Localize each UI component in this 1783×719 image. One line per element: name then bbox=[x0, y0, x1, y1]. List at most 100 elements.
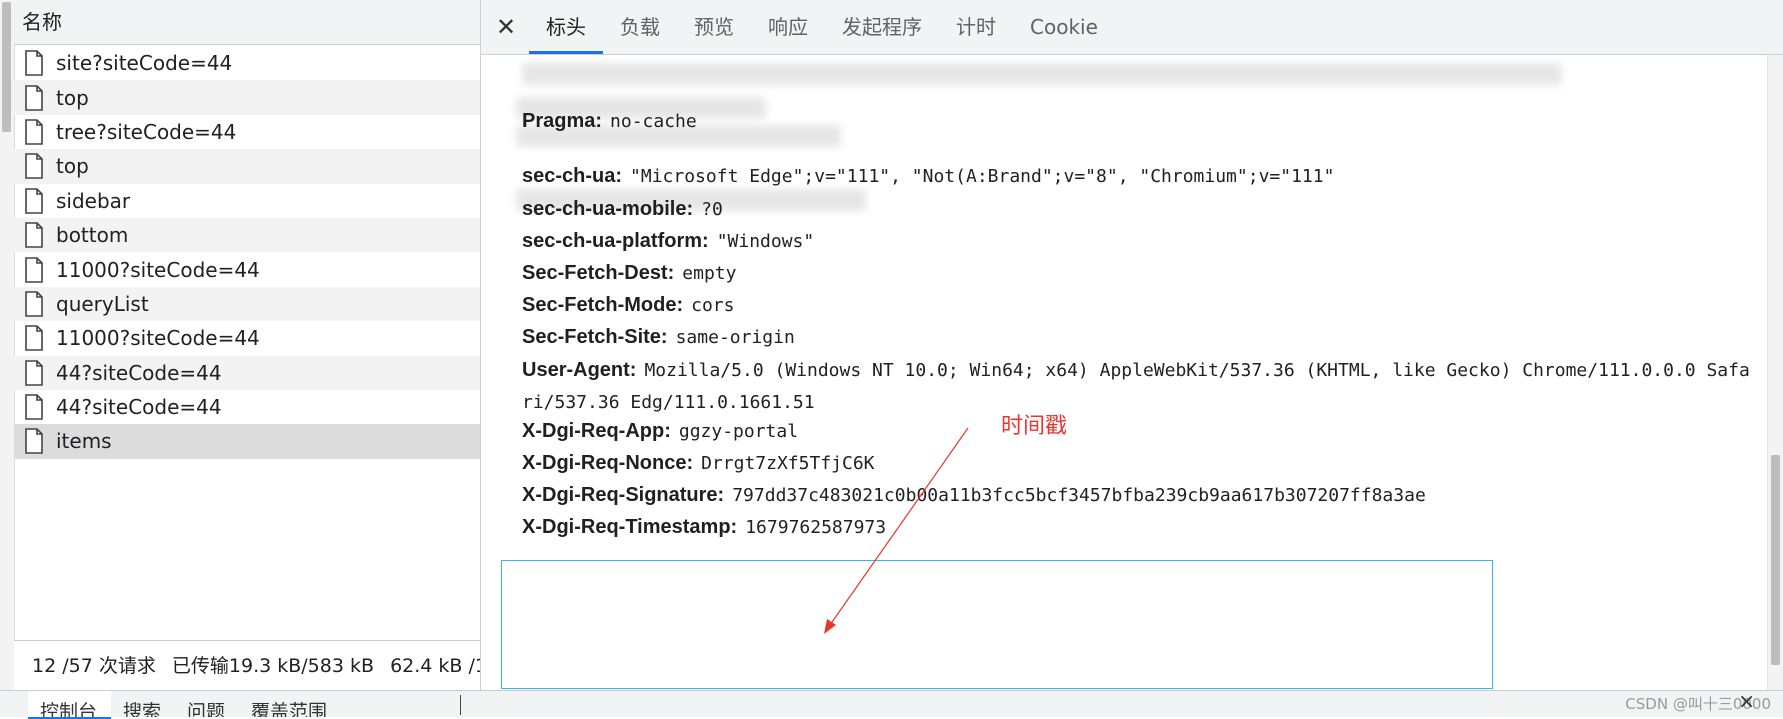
tab-4[interactable]: 发起程序 bbox=[825, 0, 939, 54]
header-value[interactable]: Mozilla/5.0 (Windows NT 10.0; Win64; x64… bbox=[644, 360, 1749, 381]
bottom-drawer: 控制台 搜索 问题 覆盖范围 CSDN @叫十三0000 × bbox=[0, 689, 1783, 719]
header-value[interactable]: "Windows" bbox=[717, 231, 815, 252]
highlight-box bbox=[501, 560, 1493, 689]
header-row: Sec-Fetch-Dest: empty bbox=[522, 262, 736, 285]
header-row: sec-ch-ua-mobile: ?0 bbox=[522, 198, 723, 221]
tab-2[interactable]: 预览 bbox=[677, 0, 751, 54]
request-name: 11000?siteCode=44 bbox=[56, 326, 260, 351]
header-value[interactable]: no-cache bbox=[610, 111, 697, 132]
resource-size: 62.4 kB /1.4 M bbox=[390, 655, 480, 677]
close-detail-button[interactable]: ✕ bbox=[483, 13, 529, 41]
right-scrollbar-thumb[interactable] bbox=[1771, 455, 1780, 665]
document-icon bbox=[25, 153, 43, 180]
request-name: 44?siteCode=44 bbox=[56, 360, 222, 385]
document-icon bbox=[25, 325, 43, 352]
header-name: Sec-Fetch-Site: bbox=[522, 326, 668, 348]
left-scrollbar[interactable] bbox=[0, 0, 15, 690]
drawer-close-icon[interactable]: × bbox=[1738, 689, 1755, 713]
document-icon bbox=[25, 84, 43, 111]
request-row[interactable]: bottom bbox=[14, 217, 480, 253]
left-scrollbar-thumb[interactable] bbox=[2, 2, 11, 132]
header-row: sec-ch-ua-platform: "Windows" bbox=[522, 230, 814, 253]
drawer-tab-0[interactable]: 控制台 bbox=[28, 691, 112, 719]
request-name: items bbox=[56, 429, 112, 454]
document-icon bbox=[25, 359, 43, 386]
tab-0[interactable]: 标头 bbox=[529, 0, 603, 54]
request-row[interactable]: queryList bbox=[14, 286, 480, 322]
drawer-tab-3[interactable]: 覆盖范围 bbox=[239, 691, 341, 717]
request-row[interactable]: 11000?siteCode=44 bbox=[14, 321, 480, 355]
header-value[interactable]: same-origin bbox=[676, 327, 795, 348]
header-row: X-Dgi-Req-Signature: 797dd37c483021c0b00a… bbox=[522, 484, 1426, 507]
close-icon: ✕ bbox=[495, 13, 517, 41]
header-row: Sec-Fetch-Mode: cors bbox=[522, 294, 734, 317]
header-value[interactable]: ri/537.36 Edg/111.0.1661.51 bbox=[522, 392, 815, 413]
header-row: X-Dgi-Req-Nonce: Drrgt7zXf5TfjC6K bbox=[522, 452, 875, 475]
header-row: Sec-Fetch-Site: same-origin bbox=[522, 326, 795, 349]
document-icon bbox=[25, 256, 43, 283]
document-icon bbox=[25, 50, 43, 76]
drawer-separator bbox=[460, 695, 461, 715]
request-name: 11000?siteCode=44 bbox=[56, 257, 260, 282]
header-value[interactable]: cors bbox=[691, 295, 734, 316]
request-row[interactable]: site?siteCode=44 bbox=[14, 46, 480, 80]
request-name: site?siteCode=44 bbox=[56, 51, 233, 76]
request-row[interactable]: tree?siteCode=44 bbox=[14, 115, 480, 149]
header-name: User-Agent: bbox=[522, 359, 637, 381]
request-row[interactable]: top bbox=[14, 149, 480, 184]
redacted-region bbox=[522, 63, 1562, 85]
header-name: X-Dgi-Req-App: bbox=[522, 420, 671, 442]
document-icon bbox=[25, 119, 43, 145]
detail-tab-bar: ✕ 标头 负载 预览 响应 发起程序 计时 Cookie bbox=[481, 0, 1783, 55]
request-name: 44?siteCode=44 bbox=[56, 395, 222, 420]
document-icon bbox=[25, 222, 43, 248]
header-name: Sec-Fetch-Mode: bbox=[522, 294, 684, 316]
header-row: X-Dgi-Req-App: ggzy-portal bbox=[522, 420, 798, 443]
header-value[interactable]: empty bbox=[682, 263, 736, 284]
request-row[interactable]: items bbox=[14, 424, 480, 459]
request-name: queryList bbox=[56, 291, 149, 316]
request-list: site?siteCode=44 top tree?siteCode=44 top si… bbox=[14, 46, 480, 459]
header-name: sec-ch-ua-platform: bbox=[522, 230, 709, 252]
header-value-continuation: ri/537.36 Edg/111.0.1661.51 bbox=[522, 391, 815, 413]
request-row[interactable]: top bbox=[14, 80, 480, 115]
request-name: top bbox=[56, 154, 89, 179]
request-row[interactable]: 44?siteCode=44 bbox=[14, 390, 480, 424]
header-row: Pragma: no-cache bbox=[522, 110, 697, 133]
tab-5[interactable]: 计时 bbox=[939, 0, 1013, 54]
document-icon bbox=[25, 394, 43, 420]
annotation-label: 时间戳 bbox=[1001, 414, 1068, 439]
header-name: Sec-Fetch-Dest: bbox=[522, 262, 675, 284]
header-name: X-Dgi-Req-Signature: bbox=[522, 484, 725, 506]
request-name: top bbox=[56, 85, 89, 110]
document-icon bbox=[25, 428, 43, 455]
header-name: X-Dgi-Req-Timestamp: bbox=[522, 516, 738, 538]
drawer-tab-1[interactable]: 搜索 bbox=[111, 691, 175, 717]
header-value[interactable]: ?0 bbox=[701, 199, 723, 220]
request-row[interactable]: sidebar bbox=[14, 184, 480, 218]
header-row: sec-ch-ua: "Microsoft Edge";v="111", "Not… bbox=[522, 165, 1334, 188]
transferred-size: 已传输19.3 kB/583 kB bbox=[171, 655, 375, 677]
request-list-panel: 名称 site?siteCode=44 top tree?siteCode=44 to… bbox=[0, 0, 481, 690]
header-name: X-Dgi-Req-Nonce: bbox=[522, 452, 694, 474]
header-row: X-Dgi-Req-Timestamp: 1679762587973 bbox=[522, 516, 886, 539]
header-value[interactable]: ggzy-portal bbox=[679, 421, 798, 442]
header-value[interactable]: 1679762587973 bbox=[745, 517, 886, 538]
right-scrollbar[interactable] bbox=[1767, 55, 1783, 690]
header-row: User-Agent: Mozilla/5.0 (Windows NT 10.0;… bbox=[522, 359, 1750, 382]
drawer-tab-2[interactable]: 问题 bbox=[175, 691, 239, 717]
header-value[interactable]: "Microsoft Edge";v="111", "Not(A:Brand";… bbox=[630, 166, 1334, 187]
network-status-bar: 12 /57 次请求 已传输19.3 kB/583 kB 62.4 kB /1.… bbox=[14, 640, 480, 690]
request-name: bottom bbox=[56, 223, 129, 248]
header-name: sec-ch-ua: bbox=[522, 165, 623, 187]
request-row[interactable]: 44?siteCode=44 bbox=[14, 355, 480, 390]
header-value[interactable]: 797dd37c483021c0b00a11b3fcc5bcf3457bfba2… bbox=[732, 485, 1426, 506]
request-row[interactable]: 11000?siteCode=44 bbox=[14, 252, 480, 286]
tab-3[interactable]: 响应 bbox=[751, 0, 825, 54]
drawer-tab-bar: 控制台 搜索 问题 覆盖范围 bbox=[28, 691, 341, 719]
request-name: sidebar bbox=[56, 188, 131, 213]
name-column-header[interactable]: 名称 bbox=[14, 0, 480, 45]
tab-1[interactable]: 负载 bbox=[603, 0, 677, 54]
header-value[interactable]: Drrgt7zXf5TfjC6K bbox=[701, 453, 874, 474]
tab-6[interactable]: Cookie bbox=[1013, 0, 1115, 54]
